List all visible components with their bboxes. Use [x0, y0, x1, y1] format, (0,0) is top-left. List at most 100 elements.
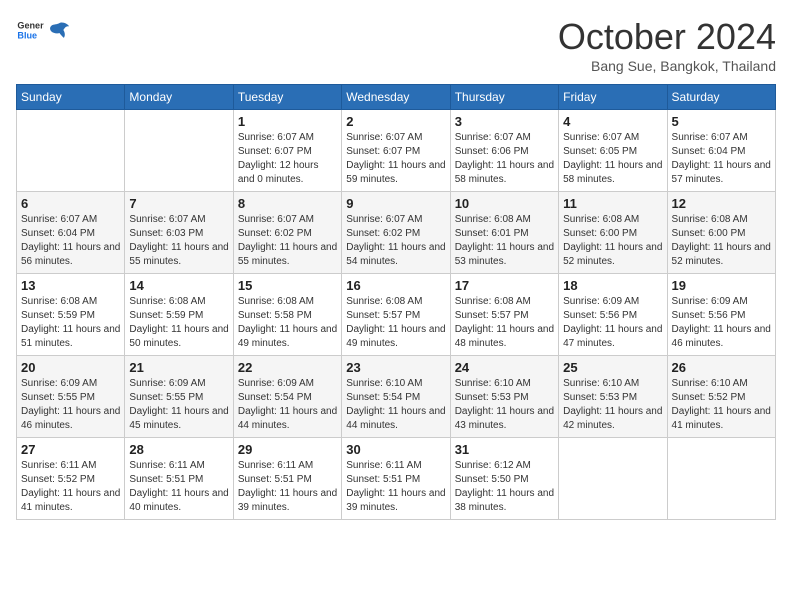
day-number: 30	[346, 442, 445, 457]
calendar-cell	[125, 110, 233, 192]
day-number: 27	[21, 442, 120, 457]
day-info: Sunrise: 6:08 AM Sunset: 5:59 PM Dayligh…	[21, 295, 120, 351]
day-info: Sunrise: 6:10 AM Sunset: 5:53 PM Dayligh…	[563, 377, 662, 433]
day-number: 19	[672, 278, 771, 293]
calendar-cell: 2 Sunrise: 6:07 AM Sunset: 6:07 PM Daylig…	[342, 110, 450, 192]
day-info: Sunrise: 6:07 AM Sunset: 6:06 PM Dayligh…	[455, 131, 554, 187]
calendar-cell: 23 Sunrise: 6:10 AM Sunset: 5:54 PM Dayli…	[342, 356, 450, 438]
calendar-cell: 22 Sunrise: 6:09 AM Sunset: 5:54 PM Dayli…	[233, 356, 341, 438]
calendar-cell: 19 Sunrise: 6:09 AM Sunset: 5:56 PM Dayli…	[667, 274, 775, 356]
logo: General Blue	[16, 16, 70, 44]
calendar-cell: 9 Sunrise: 6:07 AM Sunset: 6:02 PM Daylig…	[342, 192, 450, 274]
svg-text:Blue: Blue	[17, 30, 37, 40]
calendar-table: Sunday Monday Tuesday Wednesday Thursday…	[16, 84, 776, 520]
day-info: Sunrise: 6:10 AM Sunset: 5:54 PM Dayligh…	[346, 377, 445, 433]
day-number: 10	[455, 196, 554, 211]
day-info: Sunrise: 6:11 AM Sunset: 5:51 PM Dayligh…	[238, 459, 337, 515]
day-info: Sunrise: 6:07 AM Sunset: 6:04 PM Dayligh…	[672, 131, 771, 187]
day-number: 18	[563, 278, 662, 293]
week-row-1: 1 Sunrise: 6:07 AM Sunset: 6:07 PM Daylig…	[17, 110, 776, 192]
col-saturday: Saturday	[667, 85, 775, 110]
svg-text:General: General	[17, 21, 44, 31]
day-info: Sunrise: 6:07 AM Sunset: 6:07 PM Dayligh…	[346, 131, 445, 187]
calendar-cell: 4Sunrise: 6:07 AM Sunset: 6:05 PM Daylig…	[559, 110, 667, 192]
day-info: Sunrise: 6:07 AM Sunset: 6:04 PM Dayligh…	[21, 213, 120, 269]
day-info: Sunrise: 6:07 AM Sunset: 6:02 PM Dayligh…	[238, 213, 337, 269]
calendar-header-row: Sunday Monday Tuesday Wednesday Thursday…	[17, 85, 776, 110]
calendar-cell: 1 Sunrise: 6:07 AM Sunset: 6:07 PM Daylig…	[233, 110, 341, 192]
calendar-cell: 15 Sunrise: 6:08 AM Sunset: 5:58 PM Dayli…	[233, 274, 341, 356]
day-info: Sunrise: 6:08 AM Sunset: 5:57 PM Dayligh…	[455, 295, 554, 351]
day-number: 3	[455, 114, 554, 129]
day-info: Sunrise: 6:09 AM Sunset: 5:56 PM Dayligh…	[672, 295, 771, 351]
title-block: October 2024 Bang Sue, Bangkok, Thailand	[558, 16, 776, 74]
day-info: Sunrise: 6:11 AM Sunset: 5:51 PM Dayligh…	[129, 459, 228, 515]
calendar-cell	[17, 110, 125, 192]
calendar-cell: 26Sunrise: 6:10 AM Sunset: 5:52 PM Dayli…	[667, 356, 775, 438]
calendar-cell: 13Sunrise: 6:08 AM Sunset: 5:59 PM Dayli…	[17, 274, 125, 356]
day-info: Sunrise: 6:07 AM Sunset: 6:07 PM Dayligh…	[238, 131, 337, 187]
day-info: Sunrise: 6:09 AM Sunset: 5:55 PM Dayligh…	[21, 377, 120, 433]
calendar-cell: 31Sunrise: 6:12 AM Sunset: 5:50 PM Dayli…	[450, 438, 558, 520]
day-number: 22	[238, 360, 337, 375]
day-info: Sunrise: 6:11 AM Sunset: 5:52 PM Dayligh…	[21, 459, 120, 515]
week-row-2: 6 Sunrise: 6:07 AM Sunset: 6:04 PM Daylig…	[17, 192, 776, 274]
week-row-5: 27 Sunrise: 6:11 AM Sunset: 5:52 PM Dayli…	[17, 438, 776, 520]
day-info: Sunrise: 6:12 AM Sunset: 5:50 PM Dayligh…	[455, 459, 554, 515]
day-number: 14	[129, 278, 228, 293]
day-number: 29	[238, 442, 337, 457]
day-number: 6	[21, 196, 120, 211]
calendar-cell: 30Sunrise: 6:11 AM Sunset: 5:51 PM Dayli…	[342, 438, 450, 520]
day-number: 20	[21, 360, 120, 375]
calendar-cell: 21Sunrise: 6:09 AM Sunset: 5:55 PM Dayli…	[125, 356, 233, 438]
day-number: 5	[672, 114, 771, 129]
calendar-cell: 10 Sunrise: 6:08 AM Sunset: 6:01 PM Dayli…	[450, 192, 558, 274]
calendar-cell	[667, 438, 775, 520]
day-info: Sunrise: 6:09 AM Sunset: 5:54 PM Dayligh…	[238, 377, 337, 433]
location: Bang Sue, Bangkok, Thailand	[558, 58, 776, 74]
calendar-cell	[559, 438, 667, 520]
day-number: 16	[346, 278, 445, 293]
day-number: 2	[346, 114, 445, 129]
calendar-cell: 25Sunrise: 6:10 AM Sunset: 5:53 PM Dayli…	[559, 356, 667, 438]
day-number: 8	[238, 196, 337, 211]
day-number: 23	[346, 360, 445, 375]
day-number: 17	[455, 278, 554, 293]
day-number: 21	[129, 360, 228, 375]
day-info: Sunrise: 6:08 AM Sunset: 5:58 PM Dayligh…	[238, 295, 337, 351]
day-info: Sunrise: 6:08 AM Sunset: 6:00 PM Dayligh…	[563, 213, 662, 269]
week-row-3: 13Sunrise: 6:08 AM Sunset: 5:59 PM Dayli…	[17, 274, 776, 356]
calendar-cell: 16Sunrise: 6:08 AM Sunset: 5:57 PM Dayli…	[342, 274, 450, 356]
calendar-cell: 20 Sunrise: 6:09 AM Sunset: 5:55 PM Dayli…	[17, 356, 125, 438]
day-number: 24	[455, 360, 554, 375]
col-sunday: Sunday	[17, 85, 125, 110]
day-number: 1	[238, 114, 337, 129]
day-info: Sunrise: 6:09 AM Sunset: 5:56 PM Dayligh…	[563, 295, 662, 351]
calendar-cell: 24Sunrise: 6:10 AM Sunset: 5:53 PM Dayli…	[450, 356, 558, 438]
calendar-cell: 27 Sunrise: 6:11 AM Sunset: 5:52 PM Dayli…	[17, 438, 125, 520]
calendar-cell: 11Sunrise: 6:08 AM Sunset: 6:00 PM Dayli…	[559, 192, 667, 274]
day-number: 12	[672, 196, 771, 211]
col-wednesday: Wednesday	[342, 85, 450, 110]
page-header: General Blue October 2024 Bang Sue, Bang…	[16, 16, 776, 74]
calendar-cell: 17 Sunrise: 6:08 AM Sunset: 5:57 PM Dayli…	[450, 274, 558, 356]
month-title: October 2024	[558, 16, 776, 58]
calendar-cell: 7Sunrise: 6:07 AM Sunset: 6:03 PM Daylig…	[125, 192, 233, 274]
day-info: Sunrise: 6:08 AM Sunset: 6:00 PM Dayligh…	[672, 213, 771, 269]
day-number: 15	[238, 278, 337, 293]
calendar-cell: 3 Sunrise: 6:07 AM Sunset: 6:06 PM Daylig…	[450, 110, 558, 192]
day-number: 28	[129, 442, 228, 457]
calendar-cell: 8 Sunrise: 6:07 AM Sunset: 6:02 PM Daylig…	[233, 192, 341, 274]
day-info: Sunrise: 6:07 AM Sunset: 6:02 PM Dayligh…	[346, 213, 445, 269]
calendar-cell: 28 Sunrise: 6:11 AM Sunset: 5:51 PM Dayli…	[125, 438, 233, 520]
day-number: 9	[346, 196, 445, 211]
logo-bird-icon	[48, 19, 70, 41]
calendar-cell: 5 Sunrise: 6:07 AM Sunset: 6:04 PM Daylig…	[667, 110, 775, 192]
calendar-cell: 12 Sunrise: 6:08 AM Sunset: 6:00 PM Dayli…	[667, 192, 775, 274]
calendar-cell: 29 Sunrise: 6:11 AM Sunset: 5:51 PM Dayli…	[233, 438, 341, 520]
day-info: Sunrise: 6:07 AM Sunset: 6:05 PM Dayligh…	[563, 131, 662, 187]
col-tuesday: Tuesday	[233, 85, 341, 110]
day-number: 7	[129, 196, 228, 211]
col-thursday: Thursday	[450, 85, 558, 110]
day-info: Sunrise: 6:08 AM Sunset: 6:01 PM Dayligh…	[455, 213, 554, 269]
